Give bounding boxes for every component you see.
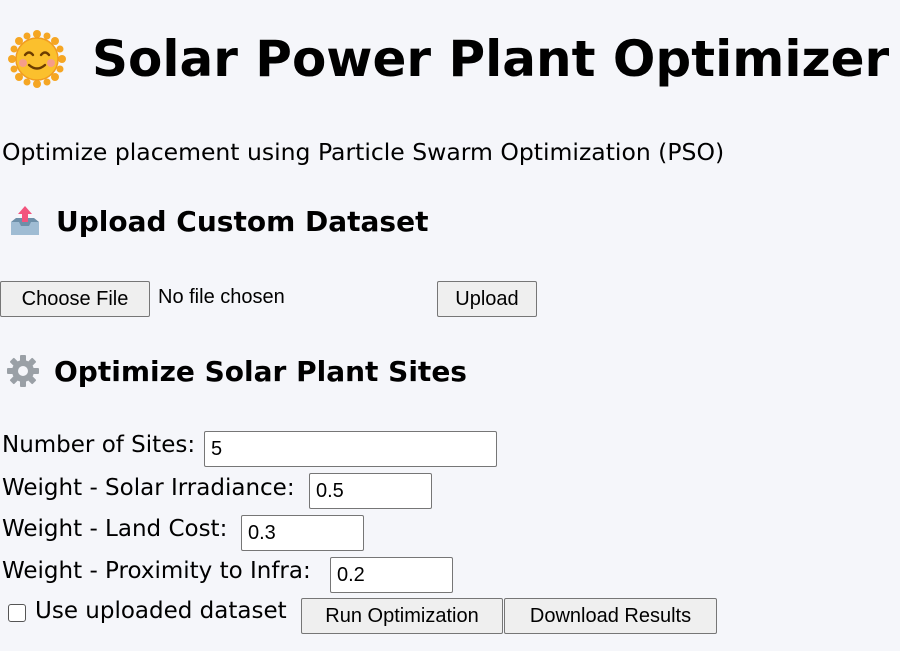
smiling-sun-icon: [8, 30, 66, 88]
num-sites-input[interactable]: 5: [204, 431, 497, 467]
upload-section-heading: Upload Custom Dataset: [56, 204, 429, 238]
gear-icon: [6, 354, 40, 388]
choose-file-button[interactable]: Choose File: [0, 281, 150, 317]
upload-button[interactable]: Upload: [437, 281, 537, 317]
file-status-text: No file chosen: [158, 286, 285, 308]
download-results-button[interactable]: Download Results: [504, 598, 717, 634]
optimize-section-heading: Optimize Solar Plant Sites: [54, 354, 467, 388]
upload-section-header: Upload Custom Dataset: [8, 204, 428, 238]
inbox-tray-upload-icon: [8, 204, 42, 238]
weight-irradiance-input[interactable]: 0.5: [309, 473, 432, 509]
use-uploaded-checkbox[interactable]: [8, 604, 26, 622]
weight-irradiance-label: Weight - Solar Irradiance:: [2, 475, 295, 501]
use-uploaded-label: Use uploaded dataset: [35, 598, 287, 624]
num-sites-label: Number of Sites:: [2, 432, 196, 458]
run-optimization-button[interactable]: Run Optimization: [301, 598, 503, 634]
page-subtitle: Optimize placement using Particle Swarm …: [2, 138, 725, 166]
weight-proximity-input[interactable]: 0.2: [330, 557, 453, 593]
optimize-section-header: Optimize Solar Plant Sites: [6, 354, 467, 388]
weight-proximity-label: Weight - Proximity to Infra:: [2, 558, 311, 584]
weight-land-cost-label: Weight - Land Cost:: [2, 516, 228, 542]
header: Solar Power Plant Optimizer: [8, 30, 889, 88]
weight-land-cost-input[interactable]: 0.3: [241, 515, 364, 551]
page-title: Solar Power Plant Optimizer: [92, 30, 890, 88]
page: Solar Power Plant Optimizer Optimize pla…: [0, 0, 900, 651]
